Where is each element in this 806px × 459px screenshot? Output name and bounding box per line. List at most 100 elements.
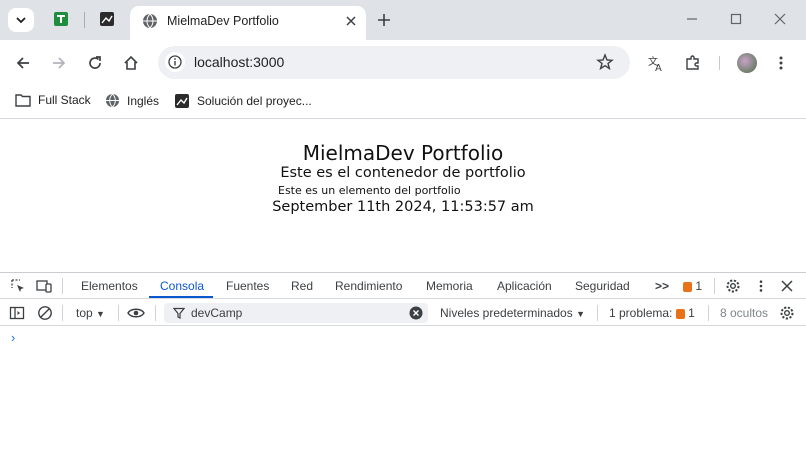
translate-button[interactable]: 文A [645,52,667,74]
forward-button[interactable] [48,52,70,74]
site-info-icon[interactable] [165,52,185,72]
avatar[interactable] [737,53,757,73]
caret-down-icon: ▼ [576,309,585,319]
close-tab-icon[interactable] [342,12,360,30]
url-text[interactable]: localhost:3000 [194,54,284,70]
minimize-icon [687,18,697,20]
clear-filter-icon[interactable] [407,304,425,322]
more-tabs-button[interactable]: >> [655,279,669,293]
sidebar-toggle-icon[interactable] [8,304,26,322]
home-icon [124,55,138,70]
pinned-tab-sheets[interactable] [52,10,70,28]
svg-text:A: A [655,63,662,72]
tab-rendimiento[interactable]: Rendimiento [335,279,402,293]
chevron-down-icon [16,17,26,24]
filter-icon [170,304,188,322]
tab-red[interactable]: Red [291,279,313,293]
more-vertical-icon[interactable] [752,277,770,295]
close-icon [774,13,786,25]
translate-icon: 文A [648,55,662,72]
console-settings-gear-icon[interactable] [778,304,796,322]
context-value: top [76,306,93,320]
tab-separator [84,12,85,28]
tab-fuentes[interactable]: Fuentes [226,279,269,293]
close-devtools-icon[interactable] [778,277,796,295]
devtools-tab-bar: Elementos Consola Fuentes Red Rendimient… [0,273,806,299]
active-tab-indicator [149,296,213,298]
issues-count: 1 [695,279,703,293]
sheets-icon [54,12,68,26]
arrow-left-icon [16,57,29,69]
page-viewport: MielmaDev Portfolio Este es el contenedo… [0,120,806,272]
home-button[interactable] [120,52,142,74]
bookmark-full-stack[interactable]: Full Stack [15,93,91,107]
page-date: September 11th 2024, 11:53:57 am [272,199,534,215]
browser-window: MielmaDev Portfolio localhost:3000 文 A F… [0,0,806,459]
reload-button[interactable] [84,52,106,74]
tab-aplicacion[interactable]: Aplicación [497,279,552,293]
bookmark-solucion[interactable]: Solución del proyec... [174,93,312,109]
problems-count: 1 [688,306,695,320]
console-prompt[interactable]: › [11,330,15,345]
divider [708,305,709,321]
portfolio-item: Este es un elemento del portfolio [278,184,461,197]
bookmarks-bar: Full Stack Inglés Solución del proyec... [0,86,806,119]
tab-search-button[interactable] [8,8,34,32]
menu-button[interactable] [770,52,792,74]
puzzle-icon [686,55,699,70]
extensions-button[interactable] [682,52,704,74]
log-levels-select[interactable]: Niveles predeterminados ▼ [440,306,585,320]
plus-icon [378,14,390,26]
devtools-panel: Elementos Consola Fuentes Red Rendimient… [0,272,806,459]
folder-icon [15,94,31,107]
bookmark-label: Inglés [127,93,160,108]
bookmark-label: Full Stack [38,93,91,107]
log-levels-label: Niveles predeterminados [440,306,573,320]
divider [62,305,63,321]
device-toolbar-icon[interactable] [35,277,53,295]
divider [597,305,598,321]
eye-icon[interactable] [127,304,145,322]
divider [155,305,156,321]
clear-console-icon[interactable] [36,304,54,322]
address-bar[interactable]: localhost:3000 [158,46,630,79]
bookmark-ingles[interactable]: Inglés [105,93,159,108]
inspect-element-icon[interactable] [9,277,27,295]
minimize-button[interactable] [682,9,702,29]
tab-memoria[interactable]: Memoria [426,279,473,293]
tab-active[interactable]: MielmaDev Portfolio [130,6,366,40]
tab-title: MielmaDev Portfolio [167,14,279,28]
arrow-right-icon [53,57,66,69]
bookmark-star-icon[interactable] [596,53,614,76]
more-vertical-icon [779,56,783,70]
page-subtitle: Este es el contenedor de portfolio [280,165,526,181]
caret-down-icon: ▼ [96,309,105,319]
settings-gear-icon[interactable] [724,277,742,295]
warning-icon [683,281,692,292]
reload-icon [89,56,101,69]
issues-badge[interactable]: 1 [683,279,702,293]
tab-seguridad[interactable]: Seguridad [575,279,630,293]
divider [714,278,715,294]
context-select[interactable]: top ▼ [76,306,105,320]
maximize-icon [730,13,742,25]
pinned-tab-project[interactable] [98,10,116,28]
globe-icon [142,13,158,34]
close-window-button[interactable] [770,9,790,29]
globe-icon [105,93,120,108]
back-button[interactable] [12,52,34,74]
tab-strip: MielmaDev Portfolio [0,0,806,40]
problems-button[interactable]: 1 problema: 1 [609,306,695,320]
maximize-button[interactable] [726,9,746,29]
tab-elementos[interactable]: Elementos [81,279,138,293]
warning-icon [675,308,685,319]
page-title: MielmaDev Portfolio [302,141,504,165]
divider [62,278,63,294]
page-icon [175,94,189,108]
tab-consola[interactable]: Consola [160,279,204,293]
new-tab-button[interactable] [374,10,394,30]
divider [118,305,119,321]
page-icon [100,12,114,26]
problems-label: 1 problema: [609,306,673,320]
console-filter-input[interactable]: devCamp [164,303,428,323]
